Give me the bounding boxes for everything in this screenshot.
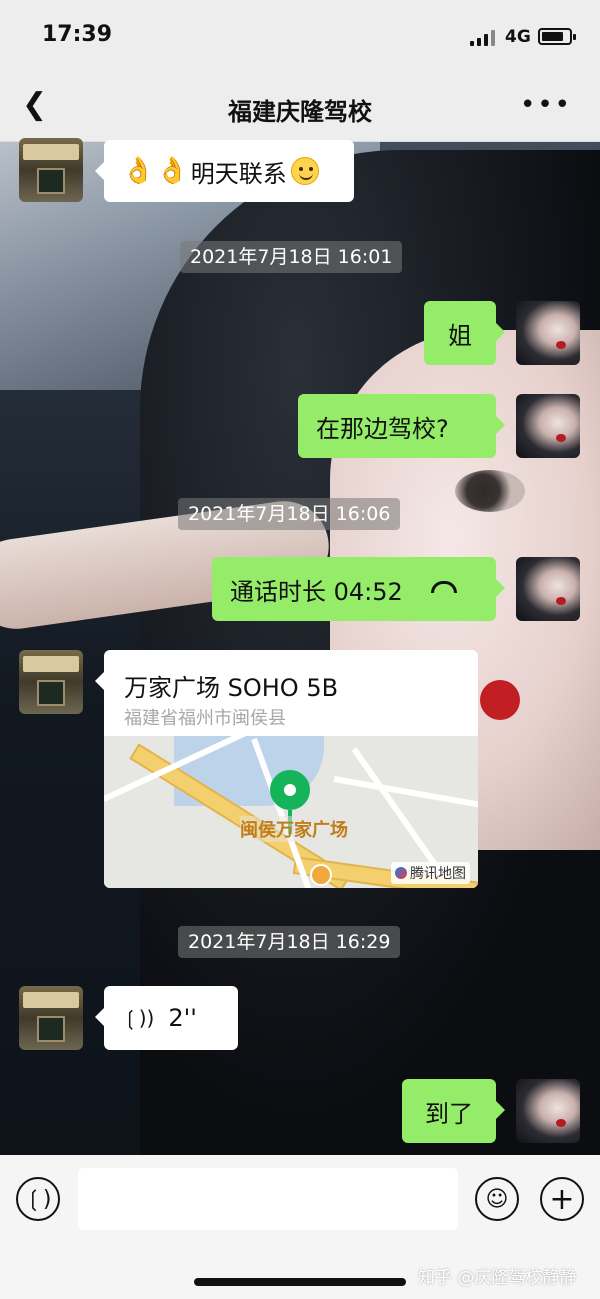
- voice-message-bubble[interactable]: ❲)) 2'': [95, 986, 238, 1050]
- avatar-school[interactable]: [19, 138, 83, 202]
- ok-hand-emoji-icon: 👌: [122, 156, 155, 186]
- status-bar: 17:39 4G: [0, 0, 600, 70]
- message-input[interactable]: [78, 1168, 458, 1230]
- chat-title: 福建庆隆驾校: [228, 98, 372, 126]
- call-duration-text: 通话时长 04:52: [230, 577, 403, 606]
- map-pin-icon: [270, 770, 310, 810]
- timestamp: 2021年7月18日 16:06: [178, 498, 401, 530]
- message-text: 在那边驾校?: [316, 414, 449, 443]
- tencent-map-logo-icon: [395, 867, 407, 879]
- smile-emoji-icon: [290, 157, 319, 185]
- plus-icon[interactable]: +: [540, 1177, 584, 1221]
- map-place-label: 闽侯万家广场: [240, 816, 348, 842]
- bubble-pointer: [95, 672, 104, 690]
- voice-duration: 2'': [168, 1004, 197, 1032]
- avatar-school[interactable]: [19, 986, 83, 1050]
- emoji-icon[interactable]: ☺: [475, 1177, 519, 1221]
- ellipsis-icon[interactable]: •••: [520, 90, 572, 120]
- status-time: 17:39: [42, 22, 113, 47]
- ok-hand-emoji-icon: 👌: [156, 156, 189, 186]
- home-indicator[interactable]: [194, 1278, 406, 1286]
- network-type: 4G: [505, 27, 531, 47]
- message-text: 明天联系: [190, 159, 287, 188]
- map-street: [333, 776, 478, 809]
- phone-hangup-icon: [430, 581, 457, 593]
- signal-icon: [470, 30, 495, 46]
- map-credit: 腾讯地图: [391, 862, 470, 884]
- chat-header: ❮ 福建庆隆驾校 •••: [0, 70, 600, 142]
- message-bubble-outgoing[interactable]: 姐: [424, 301, 505, 365]
- message-bubble-outgoing[interactable]: 在那边驾校?: [298, 394, 505, 458]
- background-lip: [480, 680, 520, 720]
- message-bubble-incoming[interactable]: 👌 👌 明天联系: [95, 140, 354, 202]
- message-text: 到了: [425, 1099, 473, 1128]
- message-bubble-outgoing[interactable]: 到了: [402, 1079, 505, 1143]
- avatar-self[interactable]: [516, 557, 580, 621]
- watermark: 知乎 @庆隆驾校静静: [418, 1268, 577, 1288]
- avatar-self[interactable]: [516, 301, 580, 365]
- message-text: 姐: [448, 321, 472, 350]
- location-name: 万家广场 SOHO 5B: [124, 674, 339, 702]
- location-address: 福建省福州市闽侯县: [124, 708, 286, 729]
- bus-stop-icon: [310, 864, 332, 886]
- background-eye: [455, 470, 525, 512]
- map-credit-text: 腾讯地图: [410, 866, 466, 882]
- timestamp: 2021年7月18日 16:29: [178, 926, 401, 958]
- input-bar: ❲) ☺ + 知乎 @庆隆驾校静静: [0, 1155, 600, 1299]
- avatar-school[interactable]: [19, 650, 83, 714]
- battery-icon: [538, 28, 576, 45]
- location-card[interactable]: 万家广场 SOHO 5B 福建省福州市闽侯县 闽侯万家广场 腾讯地图: [104, 650, 478, 888]
- location-map[interactable]: 闽侯万家广场 腾讯地图: [104, 736, 478, 888]
- avatar-self[interactable]: [516, 394, 580, 458]
- timestamp: 2021年7月18日 16:01: [180, 241, 403, 273]
- voice-wave-icon: ❲)): [122, 1006, 155, 1030]
- avatar-self[interactable]: [516, 1079, 580, 1143]
- call-record-bubble[interactable]: 通话时长 04:52: [212, 557, 505, 621]
- map-street: [351, 747, 437, 866]
- voice-input-icon[interactable]: ❲): [16, 1177, 60, 1221]
